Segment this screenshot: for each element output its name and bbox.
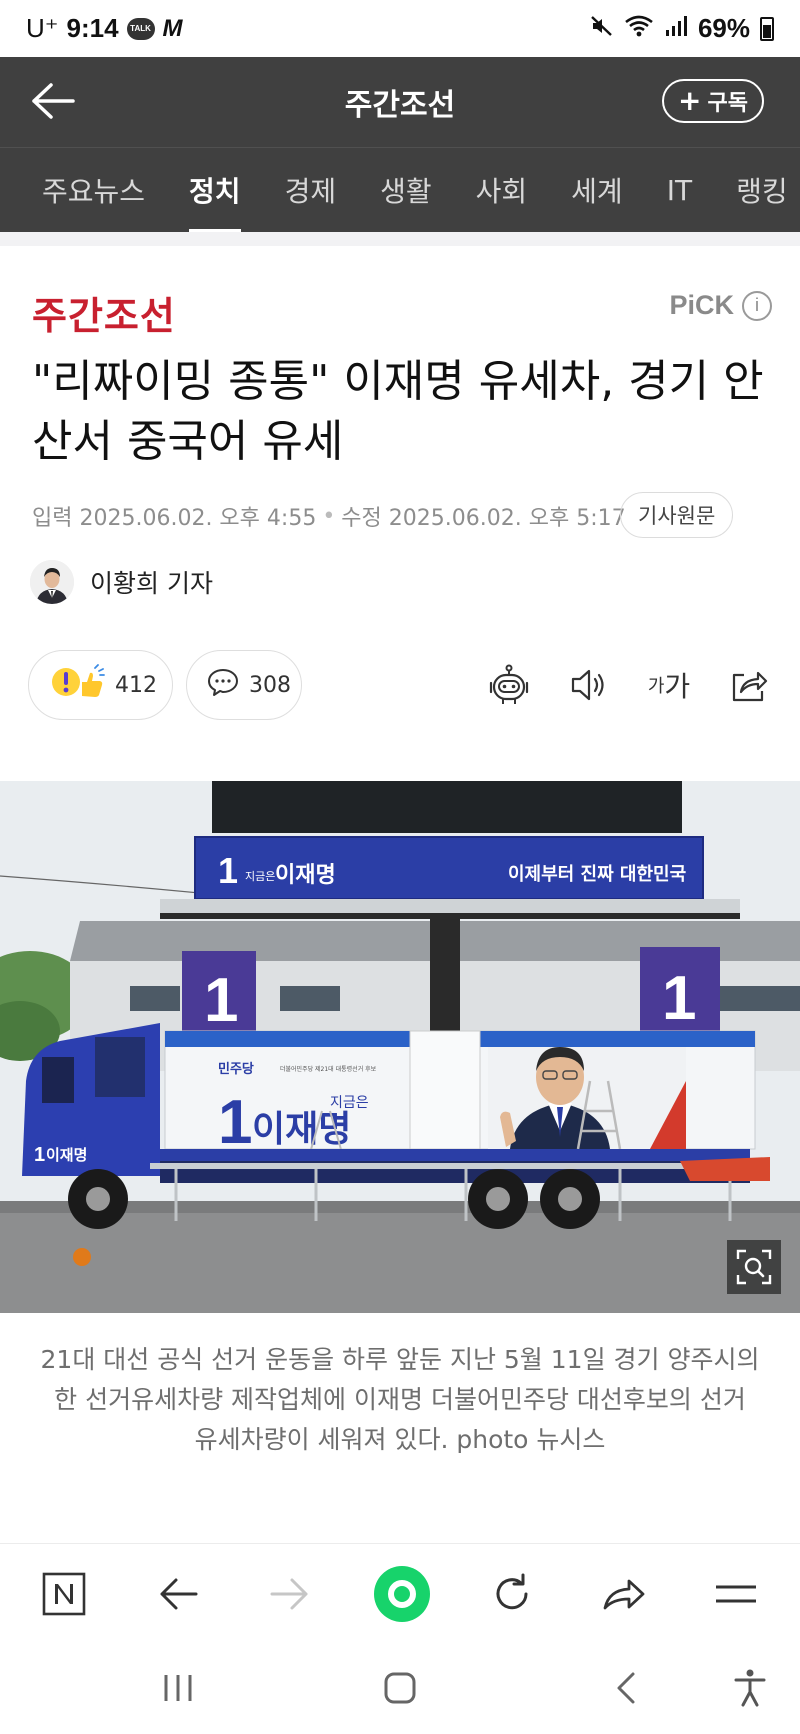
article-headline: "리짜이밍 종통" 이재명 유세차, 경기 안산서 중국어 유세	[32, 356, 764, 467]
zoom-icon	[736, 1249, 772, 1285]
home-button[interactable]	[372, 1663, 428, 1713]
party-name: 민주당	[218, 1061, 254, 1077]
comment-button[interactable]: 308	[186, 650, 302, 720]
browser-forward-button[interactable]	[262, 1566, 318, 1622]
subscribe-button[interactable]: + 구독	[662, 79, 764, 123]
app-header: 주간조선 + 구독	[0, 57, 800, 147]
side-name: 이재명	[252, 1109, 351, 1150]
pick-label: PiCK	[669, 290, 734, 320]
tab-main-news[interactable]: 주요뉴스	[0, 148, 167, 232]
reaction-emoji-icon	[49, 664, 105, 706]
cab-number: 1	[34, 1144, 45, 1166]
browser-toolbar	[0, 1543, 800, 1643]
author-name: 이황희 기자	[90, 569, 213, 598]
banner-number: 1	[218, 850, 238, 891]
side-number: 1	[218, 1088, 252, 1157]
comment-count: 308	[249, 672, 291, 698]
side-number-left: 1	[204, 966, 238, 1035]
avatar	[30, 560, 74, 604]
tab-world[interactable]: 세계	[549, 148, 645, 232]
edit-date: 2025.06.02. 오후 5:17	[388, 506, 626, 531]
green-dot-button[interactable]	[372, 1564, 432, 1624]
share-page-button[interactable]	[596, 1566, 652, 1622]
ai-summary-button[interactable]	[484, 660, 534, 710]
system-nav-bar	[0, 1643, 800, 1734]
comment-icon	[207, 667, 239, 703]
wifi-icon	[624, 14, 654, 44]
accessibility-button[interactable]	[722, 1663, 778, 1713]
subscribe-label: 구독	[707, 91, 748, 116]
tab-politics[interactable]: 정치	[167, 148, 263, 232]
recents-icon	[164, 1675, 192, 1701]
m-app-icon: M	[162, 14, 183, 42]
tab-society[interactable]: 사회	[454, 148, 550, 232]
pick-badge[interactable]: PiCK i	[669, 290, 772, 321]
recent-apps-button[interactable]	[150, 1663, 206, 1713]
side-number-right: 1	[662, 964, 696, 1033]
tab-ranking[interactable]: 랭킹	[714, 148, 800, 232]
refresh-button[interactable]	[484, 1566, 540, 1622]
font-size-button[interactable]: 가가	[644, 660, 694, 710]
author-row[interactable]: 이황희 기자	[30, 560, 213, 604]
cab-name: 이재명	[46, 1146, 87, 1164]
robot-icon	[489, 664, 529, 704]
article-actions: 412 308 가가	[28, 650, 772, 722]
arrow-left-icon	[32, 83, 75, 119]
original-article-button[interactable]: 기사원문	[620, 492, 734, 538]
article-photo[interactable]: 1 지금은 이재명 이제부터 진짜 대한민국 1 1 민주당 더불어민주당 제2…	[0, 781, 800, 1313]
info-icon: i	[742, 290, 772, 321]
hamburger-icon	[716, 1585, 756, 1603]
banner-slogan: 이제부터 진짜 대한민국	[508, 864, 686, 885]
status-right: 69%	[590, 13, 774, 44]
kakaotalk-icon: TALK	[126, 17, 155, 40]
zoom-image-button[interactable]	[727, 1240, 781, 1294]
banner-name: 이재명	[275, 863, 336, 888]
reaction-count: 412	[115, 672, 157, 698]
tab-life[interactable]: 생활	[358, 148, 454, 232]
plus-icon: +	[678, 84, 702, 117]
input-label: 입력	[32, 506, 73, 531]
reaction-button[interactable]: 412	[28, 650, 173, 720]
tab-it[interactable]: IT	[645, 148, 714, 232]
naver-home-button[interactable]	[36, 1566, 92, 1622]
tab-economy[interactable]: 경제	[263, 148, 359, 232]
share-icon	[732, 671, 768, 702]
read-aloud-button[interactable]	[564, 660, 614, 710]
browser-back-button[interactable]	[150, 1566, 206, 1622]
accessibility-icon	[734, 1669, 766, 1707]
share-button[interactable]	[724, 660, 774, 710]
edit-label: 수정	[341, 506, 382, 531]
battery-icon	[760, 16, 774, 41]
system-back-button[interactable]	[598, 1663, 654, 1713]
arrow-right-icon	[270, 1578, 308, 1610]
carrier-label: U⁺	[26, 13, 59, 43]
speaker-icon	[571, 669, 604, 701]
divider	[0, 232, 800, 246]
arrow-left-icon	[160, 1578, 198, 1610]
clock: 9:14	[66, 13, 119, 43]
chevron-left-icon	[617, 1672, 635, 1704]
green-dot-icon	[374, 1566, 430, 1622]
status-bar: U⁺ 9:14 TALK M 69%	[0, 0, 800, 57]
naver-n-icon	[42, 1572, 86, 1616]
font-large-label: 가	[664, 670, 691, 703]
share-arrow-icon	[603, 1579, 645, 1610]
input-date: 2025.06.02. 오후 4:55	[79, 506, 317, 531]
status-left: U⁺ 9:14 TALK M	[26, 13, 183, 44]
signal-icon	[664, 14, 688, 44]
meta-separator: •	[322, 503, 336, 529]
banner-small-text: 지금은	[245, 870, 275, 883]
category-tabs: 주요뉴스 정치 경제 생활 사회 세계 IT 랭킹	[0, 147, 800, 232]
home-icon	[384, 1672, 416, 1704]
back-button[interactable]	[24, 73, 80, 129]
font-small-label: 가	[647, 676, 665, 697]
mute-icon	[590, 14, 614, 44]
menu-button[interactable]	[708, 1566, 764, 1622]
article-dates: 입력 2025.06.02. 오후 4:55 • 수정 2025.06.02. …	[32, 500, 626, 532]
battery-percent: 69%	[697, 13, 750, 43]
publisher-logo[interactable]: 주간조선	[32, 285, 176, 340]
photo-caption: 21대 대선 공식 선거 운동을 하루 앞둔 지난 5월 11일 경기 양주시의…	[40, 1345, 760, 1454]
party-line: 더불어민주당 제21대 대통령선거 후보	[280, 1065, 377, 1073]
refresh-icon	[496, 1573, 528, 1610]
